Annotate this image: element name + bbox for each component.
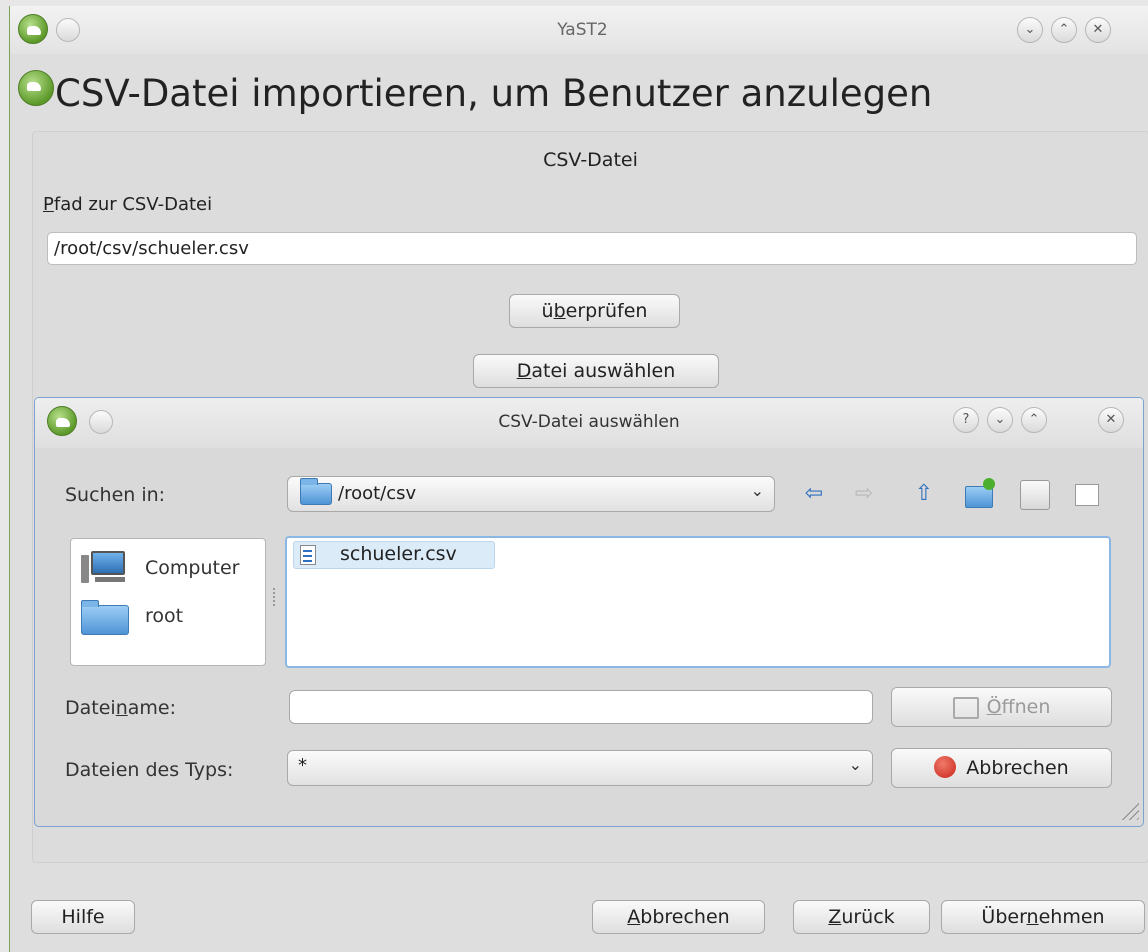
page-title: CSV-Datei importieren, um Benutzer anzul… [55,72,933,115]
dialog-close-button[interactable]: ✕ [1098,407,1124,433]
file-list[interactable]: schueler.csv [285,536,1111,668]
detail-view-icon[interactable] [1075,484,1099,506]
places-item-computer[interactable]: Computer [77,549,263,589]
filename-input[interactable] [289,690,873,724]
look-in-label: Suchen in: [65,484,166,506]
places-label-computer: Computer [145,557,240,579]
look-in-combo[interactable]: /root/csv ⌄ [287,476,775,512]
back-button[interactable]: Zurück [793,900,930,934]
path-label: Pfad zur CSV-Datei [43,194,213,215]
accept-button[interactable]: Übernehmen [941,900,1145,934]
chevron-down-icon: ⌄ [750,481,764,500]
path-input[interactable] [47,232,1137,265]
window-titlebar: YaST2 ⌄ ⌃ ✕ [10,6,1148,54]
file-chooser-dialog: CSV-Datei auswählen ? ⌄ ⌃ ✕ Suchen in: /… [34,397,1144,827]
text-file-icon [300,545,316,565]
chevron-down-icon: ⌄ [848,755,862,774]
cancel-icon [934,755,957,778]
open-button[interactable]: Öffnen [891,687,1112,727]
file-item[interactable]: schueler.csv [293,541,495,569]
look-in-value: /root/csv [338,483,417,504]
cancel-button[interactable]: Abbrechen [592,900,765,934]
frame-title: CSV-Datei [543,149,638,171]
maximize-button[interactable]: ⌃ [1051,17,1077,43]
window-title: YaST2 [557,20,608,40]
choose-file-button[interactable]: Datei auswählen [473,354,719,388]
back-arrow-icon[interactable]: ⇦ [801,481,827,507]
places-label-root: root [145,605,184,627]
help-button[interactable]: Hilfe [31,900,135,934]
help-icon[interactable]: ? [953,407,979,433]
places-item-root[interactable]: root [77,597,263,637]
close-button[interactable]: ✕ [1085,17,1111,43]
dialog-minimize-button[interactable]: ⌄ [987,407,1013,433]
check-button[interactable]: überprüfen [509,294,680,328]
dialog-titlebar: CSV-Datei auswählen ? ⌄ ⌃ ✕ [35,398,1143,448]
folder-icon [81,600,129,635]
list-view-icon[interactable] [1020,480,1050,510]
dialog-cancel-button[interactable]: Abbrechen [891,748,1112,788]
dialog-maximize-button[interactable]: ⌃ [1021,407,1047,433]
minimize-button[interactable]: ⌄ [1017,17,1043,43]
folder-icon [300,478,332,505]
splitter-handle[interactable] [273,588,279,606]
computer-icon [81,551,127,583]
resize-grip-icon[interactable] [1117,798,1139,820]
filename-label: Dateiname: [65,697,176,719]
file-name: schueler.csv [340,543,457,565]
new-folder-plus-icon [983,478,995,490]
up-arrow-icon[interactable]: ⇧ [911,481,937,507]
heading-logo-icon [18,70,54,106]
filetype-combo[interactable]: * ⌄ [287,750,873,786]
places-panel: Computer root [70,538,266,666]
filetype-value: * [298,755,307,776]
filetype-label: Dateien des Typs: [65,759,234,781]
save-disk-icon [952,696,979,719]
forward-arrow-icon[interactable]: ⇨ [851,481,877,507]
